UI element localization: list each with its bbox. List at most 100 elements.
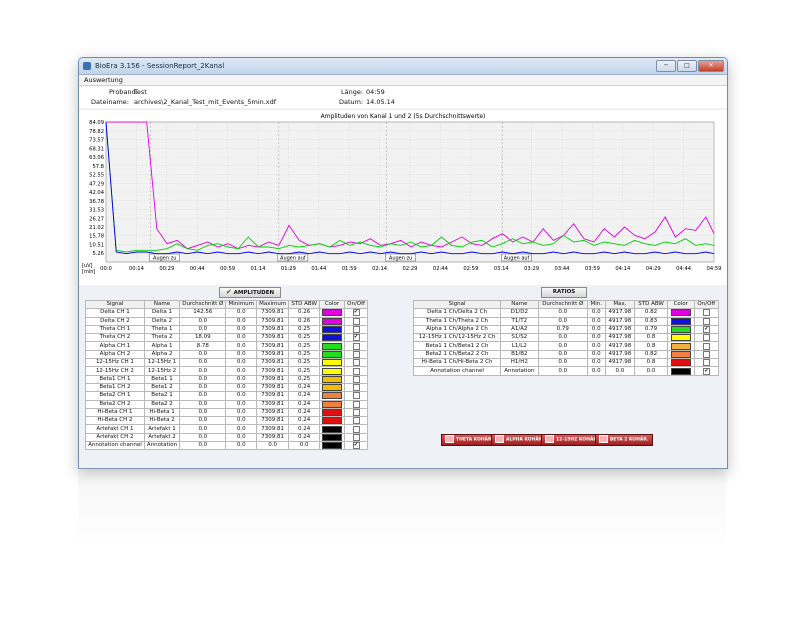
- on-off-checkbox[interactable]: [352, 326, 360, 334]
- color-swatch-cell[interactable]: [666, 349, 695, 360]
- on-off-checkbox[interactable]: [702, 359, 710, 367]
- color-swatch-cell[interactable]: [318, 432, 346, 443]
- color-swatch[interactable]: [670, 334, 691, 342]
- color-swatch[interactable]: [322, 350, 343, 358]
- on-off-checkbox[interactable]: ✔: [352, 309, 360, 317]
- on-off-checkbox[interactable]: [352, 433, 360, 441]
- on-off-checkbox[interactable]: [352, 425, 360, 433]
- color-swatch-cell[interactable]: [318, 441, 346, 451]
- cell-std: 0.24: [288, 399, 320, 409]
- color-swatch-cell[interactable]: [318, 333, 346, 343]
- color-swatch-cell[interactable]: [318, 391, 346, 401]
- color-swatch-cell[interactable]: [318, 316, 346, 326]
- x-tick-label: 00:44: [190, 266, 206, 272]
- close-button[interactable]: ✕: [698, 60, 724, 72]
- color-swatch-cell[interactable]: [666, 366, 695, 376]
- smr-koharenz-button[interactable]: 12-15HZ KOHÄR.: [541, 434, 603, 446]
- color-swatch[interactable]: [670, 326, 691, 334]
- color-swatch-cell[interactable]: [318, 416, 346, 426]
- color-swatch[interactable]: [322, 334, 343, 342]
- color-swatch[interactable]: [322, 400, 343, 408]
- ratios-button[interactable]: RATIOS: [541, 287, 587, 298]
- color-swatch[interactable]: [322, 433, 343, 441]
- on-off-checkbox[interactable]: [702, 317, 710, 325]
- color-swatch-cell[interactable]: [318, 341, 346, 351]
- amplituden-button[interactable]: ✔ AMPLITUDEN: [219, 287, 281, 298]
- table-row: Theta CH 2 Theta 2 18.09 0.0 7309.81 0.25 ✔: [85, 333, 368, 343]
- color-swatch[interactable]: [322, 342, 343, 350]
- on-off-checkbox[interactable]: [702, 309, 710, 317]
- color-swatch[interactable]: [670, 359, 691, 367]
- color-swatch[interactable]: [322, 326, 343, 334]
- color-swatch-cell[interactable]: [318, 366, 346, 376]
- color-swatch-cell[interactable]: [666, 316, 695, 326]
- color-swatch-cell[interactable]: [666, 333, 695, 343]
- color-swatch[interactable]: [322, 442, 343, 450]
- on-off-checkbox[interactable]: [702, 334, 710, 342]
- color-swatch-cell[interactable]: [666, 308, 695, 318]
- color-swatch[interactable]: [670, 317, 691, 325]
- color-swatch[interactable]: [670, 350, 691, 358]
- color-swatch-cell[interactable]: [666, 341, 695, 351]
- cell-std: 0.26: [288, 316, 320, 326]
- alpha-koharenz-button[interactable]: ALPHA KOHÄR.: [491, 434, 549, 446]
- on-off-checkbox[interactable]: [352, 367, 360, 375]
- cell-std: 0.82: [634, 308, 668, 318]
- color-swatch[interactable]: [322, 317, 343, 325]
- color-swatch-cell[interactable]: [318, 324, 346, 335]
- color-swatch-cell[interactable]: [318, 382, 346, 393]
- color-swatch-cell[interactable]: [666, 358, 695, 368]
- on-off-checkbox[interactable]: [352, 375, 360, 383]
- on-off-checkbox[interactable]: ✔: [702, 367, 710, 375]
- on-off-checkbox[interactable]: ✔: [702, 326, 710, 334]
- on-off-checkbox[interactable]: [352, 317, 360, 325]
- color-swatch[interactable]: [670, 367, 691, 375]
- color-swatch[interactable]: [322, 425, 343, 433]
- color-swatch-cell[interactable]: [318, 374, 346, 384]
- color-swatch[interactable]: [670, 342, 691, 350]
- color-swatch[interactable]: [670, 309, 691, 317]
- maximize-button[interactable]: □: [677, 60, 697, 72]
- on-off-checkbox[interactable]: [352, 417, 360, 425]
- beta2-koharenz-button[interactable]: BETA 2 KOHÄR.: [595, 434, 653, 446]
- color-swatch[interactable]: [322, 384, 343, 392]
- theta-koharenz-button[interactable]: THETA KOHÄR.: [441, 434, 498, 446]
- color-swatch-cell[interactable]: [318, 349, 346, 360]
- color-swatch[interactable]: [322, 409, 343, 416]
- color-swatch-cell[interactable]: [318, 399, 346, 409]
- on-off-checkbox[interactable]: [352, 400, 360, 408]
- table-row: Artefakt CH 2 Artefakt 2 0.0 0.0 7309.81 0.24: [85, 432, 368, 443]
- on-off-checkbox[interactable]: ✔: [352, 334, 360, 342]
- on-off-checkbox[interactable]: [702, 342, 710, 350]
- window-title: BioEra 3.156 - SessionReport_2Kanal: [95, 62, 225, 70]
- on-off-checkbox[interactable]: [352, 409, 360, 416]
- on-off-checkbox[interactable]: [352, 350, 360, 358]
- column-header: On/Off: [344, 299, 368, 310]
- color-swatch-cell[interactable]: [318, 407, 346, 418]
- color-swatch[interactable]: [322, 417, 343, 425]
- on-off-checkbox[interactable]: ✔: [352, 442, 360, 450]
- color-swatch[interactable]: [322, 375, 343, 383]
- color-swatch-cell[interactable]: [318, 358, 346, 368]
- table-row: Theta CH 1 Theta 1 0.0 0.0 7309.81 0.25: [85, 324, 368, 335]
- on-off-checkbox[interactable]: [702, 350, 710, 358]
- y-tick-label: 57.8: [92, 164, 104, 170]
- color-swatch[interactable]: [322, 392, 343, 400]
- cell-min: 0.0: [225, 358, 258, 368]
- cell-signal: Beta2 CH 2: [85, 399, 145, 409]
- on-off-cell: [693, 341, 720, 351]
- color-swatch-cell[interactable]: [318, 308, 346, 318]
- menu-auswertung[interactable]: Auswertung: [84, 76, 123, 84]
- on-off-checkbox[interactable]: [352, 342, 360, 350]
- on-off-checkbox[interactable]: [352, 359, 360, 367]
- color-swatch[interactable]: [322, 367, 343, 375]
- color-swatch-cell[interactable]: [318, 424, 346, 434]
- on-off-cell: [693, 358, 720, 368]
- color-swatch-cell[interactable]: [666, 324, 695, 335]
- on-off-checkbox[interactable]: [352, 384, 360, 392]
- session-info: Proband: Test Dateiname: archives\2_Kana…: [79, 86, 727, 108]
- color-swatch[interactable]: [322, 359, 343, 367]
- on-off-checkbox[interactable]: [352, 392, 360, 400]
- minimize-button[interactable]: ─: [656, 60, 676, 72]
- color-swatch[interactable]: [322, 309, 343, 317]
